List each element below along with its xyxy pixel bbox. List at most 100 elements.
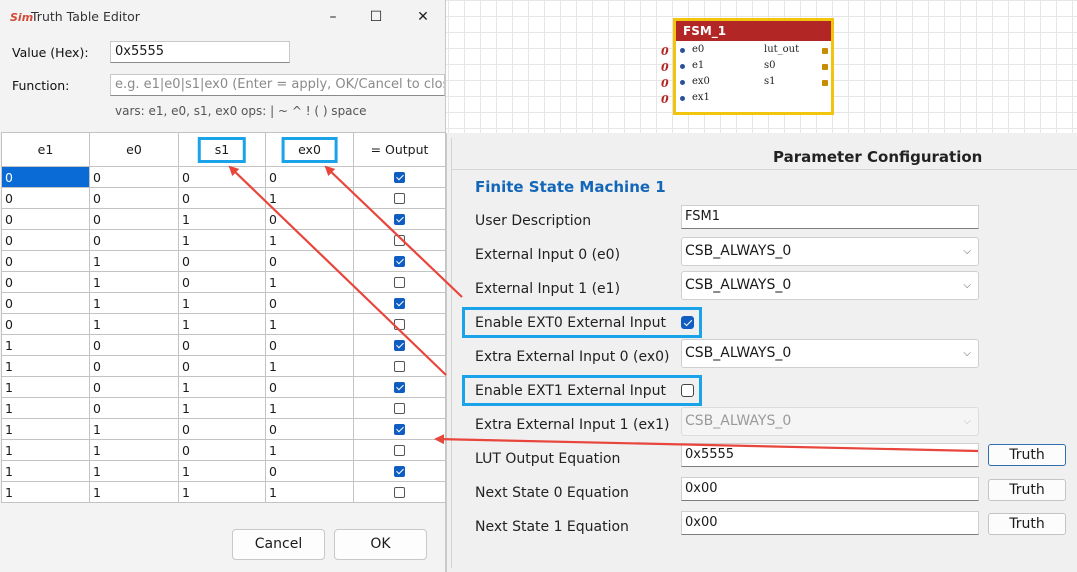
table-cell[interactable]: 1 <box>178 313 266 335</box>
table-cell[interactable]: 0 <box>265 376 354 398</box>
table-cell[interactable]: 0 <box>178 250 266 272</box>
table-row[interactable]: 0000 <box>1 166 446 188</box>
table-cell[interactable]: 0 <box>1 313 90 335</box>
table-cell[interactable]: 1 <box>1 355 90 377</box>
ext-input0-select[interactable]: CSB_ALWAYS_0 ⌵ <box>681 237 979 266</box>
output-checkbox[interactable] <box>394 318 405 330</box>
table-cell[interactable]: 0 <box>178 187 266 209</box>
table-row[interactable]: 0011 <box>1 229 446 251</box>
table-row[interactable]: 0110 <box>1 292 446 314</box>
table-cell[interactable]: 0 <box>89 187 179 209</box>
table-row[interactable]: 0101 <box>1 271 446 293</box>
table-cell[interactable]: 1 <box>178 229 266 251</box>
maximize-icon[interactable]: ☐ <box>362 6 390 28</box>
table-cell[interactable]: 1 <box>89 439 179 461</box>
table-cell[interactable]: 1 <box>89 460 179 482</box>
output-checkbox[interactable] <box>394 213 405 225</box>
fsm-block[interactable]: FSM_1 e0 e1 ex0 ex1 lut_out s0 s1 <box>673 18 834 115</box>
table-cell[interactable]: 1 <box>1 376 90 398</box>
table-cell[interactable]: 0 <box>265 250 354 272</box>
port-s0-dot-icon[interactable] <box>822 64 828 70</box>
table-cell[interactable]: 0 <box>1 292 90 314</box>
output-checkbox[interactable] <box>394 297 405 309</box>
next-state1-input[interactable]: 0x00 <box>681 511 979 535</box>
table-row[interactable]: 1101 <box>1 439 446 461</box>
table-cell[interactable]: 0 <box>1 187 90 209</box>
table-cell[interactable]: 1 <box>178 460 266 482</box>
table-cell[interactable]: 1 <box>1 418 90 440</box>
table-cell[interactable]: 1 <box>178 376 266 398</box>
output-checkbox[interactable] <box>394 339 405 351</box>
output-checkbox[interactable] <box>394 486 405 498</box>
value-hex-input[interactable]: 0x5555 <box>110 41 290 63</box>
table-row[interactable]: 0111 <box>1 313 446 335</box>
port-ex1-dot-icon[interactable] <box>680 96 685 101</box>
table-row[interactable]: 1010 <box>1 376 446 398</box>
lut-truth-button[interactable]: Truth <box>988 444 1066 466</box>
table-cell[interactable]: 0 <box>178 271 266 293</box>
output-checkbox[interactable] <box>394 423 405 435</box>
output-checkbox[interactable] <box>394 465 405 477</box>
table-cell[interactable]: 0 <box>178 355 266 377</box>
table-cell[interactable]: 1 <box>178 208 266 230</box>
port-lut-out-dot-icon[interactable] <box>822 48 828 54</box>
lut-output-input[interactable]: 0x5555 <box>681 443 979 467</box>
output-checkbox[interactable] <box>394 255 405 267</box>
table-cell[interactable]: 1 <box>178 292 266 314</box>
table-cell[interactable]: 1 <box>89 481 179 503</box>
col-header-ex0[interactable]: ex0 <box>265 132 354 167</box>
table-cell[interactable]: 0 <box>89 376 179 398</box>
table-cell[interactable]: 1 <box>178 481 266 503</box>
table-cell[interactable]: 1 <box>265 271 354 293</box>
col-header-output[interactable]: = Output <box>353 132 446 167</box>
table-cell[interactable]: 0 <box>89 334 179 356</box>
table-cell[interactable]: 1 <box>89 250 179 272</box>
table-cell[interactable]: 1 <box>1 481 90 503</box>
extra-input0-select[interactable]: CSB_ALWAYS_0 ⌵ <box>681 339 979 368</box>
table-cell[interactable]: 0 <box>265 292 354 314</box>
table-cell[interactable]: 0 <box>1 229 90 251</box>
next-state0-input[interactable]: 0x00 <box>681 477 979 501</box>
table-cell[interactable]: 1 <box>265 229 354 251</box>
ext-input1-select[interactable]: CSB_ALWAYS_0 ⌵ <box>681 271 979 300</box>
table-cell[interactable]: 0 <box>178 418 266 440</box>
function-input[interactable]: e.g. e1|e0|s1|ex0 (Enter = apply, OK/Can… <box>110 74 445 96</box>
output-checkbox[interactable] <box>394 234 405 246</box>
port-s1-dot-icon[interactable] <box>822 80 828 86</box>
table-row[interactable]: 0010 <box>1 208 446 230</box>
table-cell[interactable]: 1 <box>1 397 90 419</box>
table-row[interactable]: 1001 <box>1 355 446 377</box>
table-cell[interactable]: 1 <box>178 397 266 419</box>
table-cell[interactable]: 0 <box>265 166 354 188</box>
output-checkbox[interactable] <box>394 171 405 183</box>
table-cell[interactable]: 0 <box>89 397 179 419</box>
output-checkbox[interactable] <box>394 192 405 204</box>
user-description-input[interactable]: FSM1 <box>681 205 979 229</box>
table-row[interactable]: 0001 <box>1 187 446 209</box>
table-cell[interactable]: 0 <box>265 208 354 230</box>
table-cell[interactable]: 0 <box>89 229 179 251</box>
port-e1-dot-icon[interactable] <box>680 64 685 69</box>
output-checkbox[interactable] <box>394 276 405 288</box>
table-row[interactable]: 1011 <box>1 397 446 419</box>
table-cell[interactable]: 1 <box>265 313 354 335</box>
table-cell[interactable]: 1 <box>89 271 179 293</box>
table-cell[interactable]: 1 <box>89 292 179 314</box>
ok-button[interactable]: OK <box>334 529 427 560</box>
table-cell[interactable]: 1 <box>265 187 354 209</box>
table-cell[interactable]: 0 <box>265 460 354 482</box>
table-cell[interactable]: 1 <box>89 313 179 335</box>
cancel-button[interactable]: Cancel <box>232 529 325 560</box>
table-row[interactable]: 1110 <box>1 460 446 482</box>
table-cell[interactable]: 0 <box>265 334 354 356</box>
table-row[interactable]: 1000 <box>1 334 446 356</box>
output-checkbox[interactable] <box>394 402 405 414</box>
close-icon[interactable]: ✕ <box>409 6 437 28</box>
table-cell[interactable]: 0 <box>89 355 179 377</box>
table-cell[interactable]: 1 <box>1 439 90 461</box>
table-cell[interactable]: 0 <box>265 418 354 440</box>
table-cell[interactable]: 1 <box>265 439 354 461</box>
enable-ext1-checkbox[interactable] <box>681 384 694 397</box>
table-row[interactable]: 1111 <box>1 481 446 503</box>
table-cell[interactable]: 1 <box>1 334 90 356</box>
